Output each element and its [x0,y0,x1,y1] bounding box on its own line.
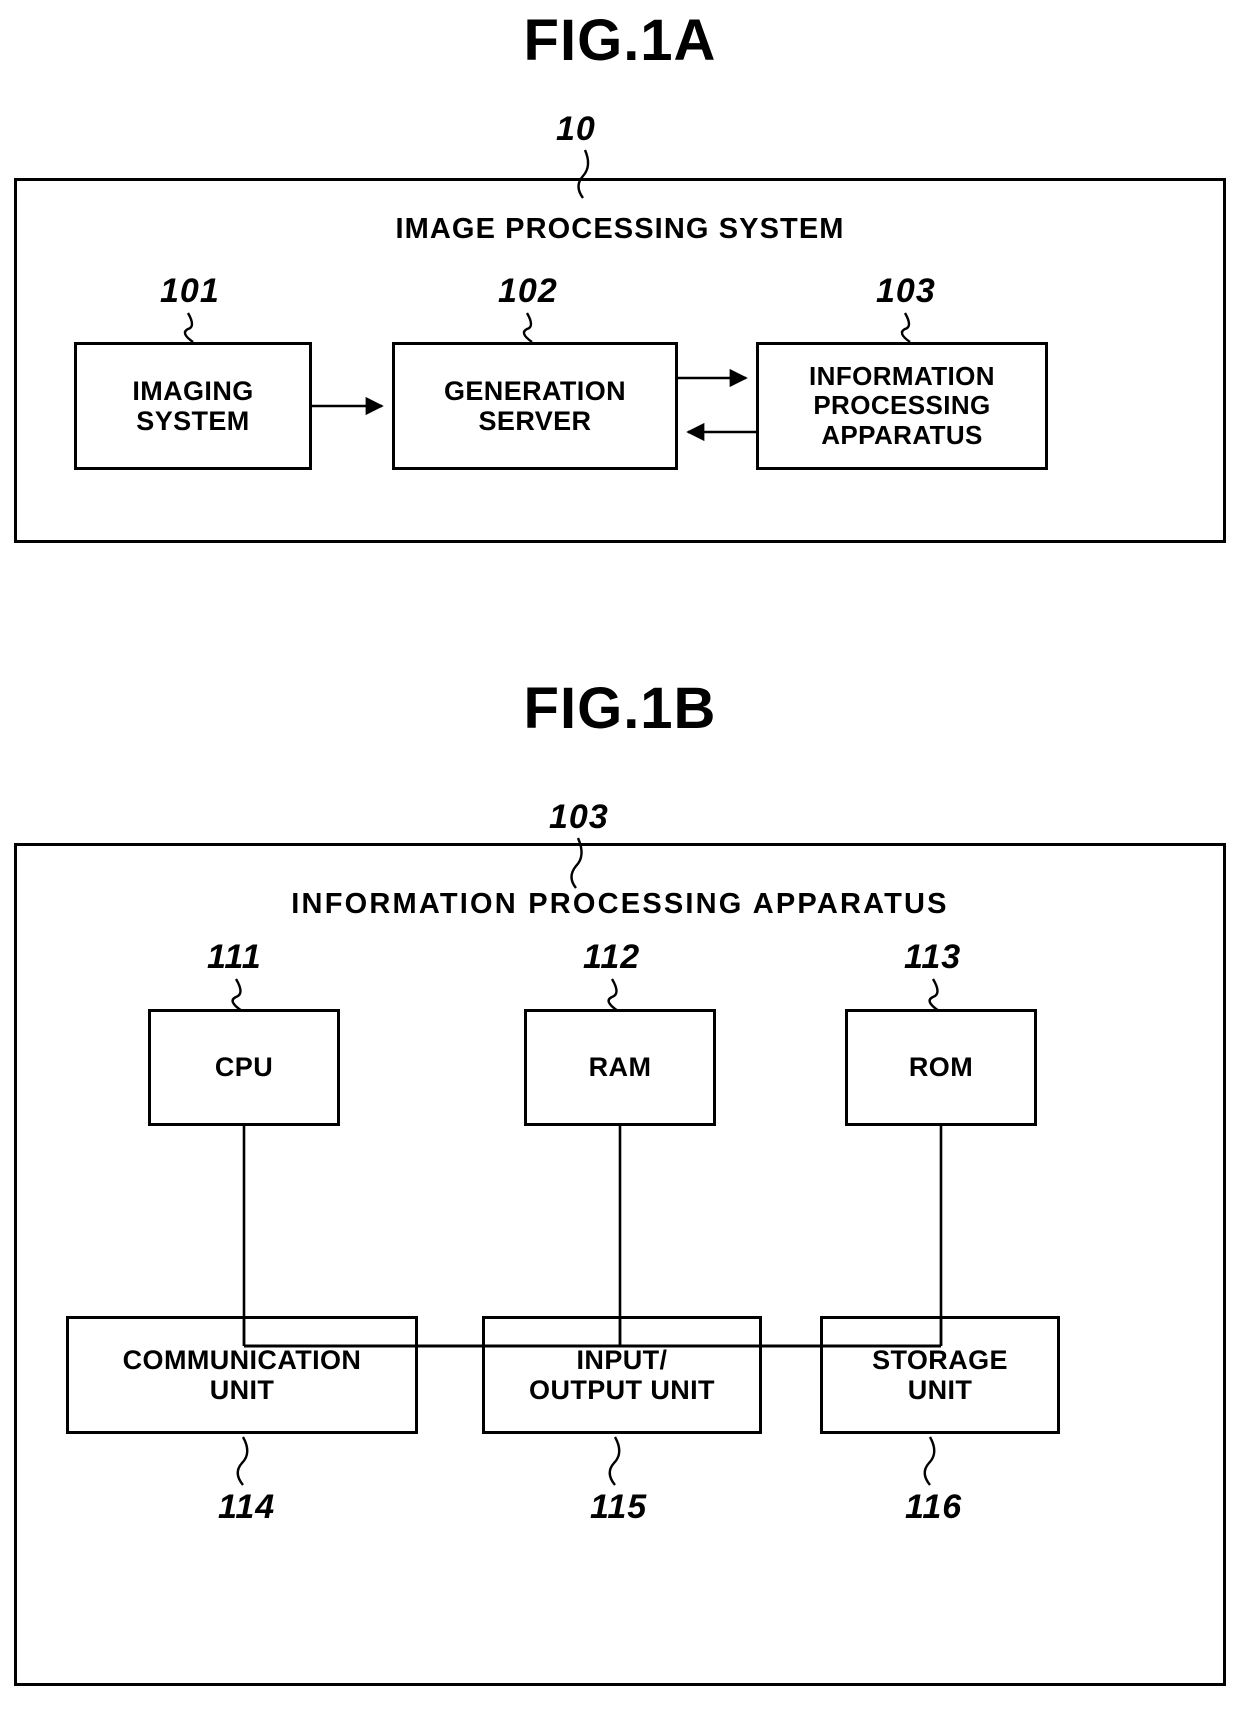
node-storage-unit-line2: UNIT [907,1375,973,1405]
figure-1a-title: FIG.1A [523,8,717,73]
node-cpu: CPU [148,1009,340,1126]
image-processing-system-label: IMAGE PROCESSING SYSTEM [395,213,845,245]
reference-numeral-10: 10 [556,110,596,148]
node-ram-label: RAM [588,1052,652,1083]
node-storage-unit: STORAGE UNIT [820,1316,1060,1434]
reference-numeral-111: 111 [207,938,262,976]
node-communication-unit-line1: COMMUNICATION [122,1344,362,1375]
node-imaging-system-line2: SYSTEM [136,406,250,436]
reference-numeral-101: 101 [160,272,220,310]
node-input-output-unit-line2: OUTPUT UNIT [529,1375,715,1405]
figure-1b-title: FIG.1B [523,676,717,741]
node-generation-server: GENERATION SERVER [392,342,678,470]
reference-numeral-116: 116 [905,1488,963,1526]
node-information-line3: APPARATUS [821,419,983,450]
node-information-line2: PROCESSING [813,390,991,421]
node-information-line1: INFORMATION [809,361,995,392]
node-input-output-unit-line1: INPUT/ [576,1344,668,1375]
node-input-output-unit: INPUT/ OUTPUT UNIT [482,1316,762,1434]
node-rom: ROM [845,1009,1037,1126]
node-generation-server-line2: SERVER [478,406,592,436]
patent-figure-sheet: FIG.1A 10 IMAGE PROCESSING SYSTEM 101 10… [0,0,1240,1730]
reference-numeral-103-fig1b: 103 [549,798,609,836]
node-imaging-system: IMAGING SYSTEM [74,342,312,470]
node-information-processing-apparatus: INFORMATION PROCESSING APPARATUS [756,342,1048,470]
node-storage-unit-line1: STORAGE [872,1344,1008,1375]
reference-numeral-113: 113 [904,938,962,976]
reference-numeral-114: 114 [218,1488,276,1526]
node-communication-unit: COMMUNICATION UNIT [66,1316,418,1434]
node-cpu-label: CPU [214,1052,274,1083]
reference-numeral-115: 115 [590,1488,648,1526]
node-communication-unit-line2: UNIT [209,1375,275,1405]
reference-numeral-112: 112 [583,938,641,976]
reference-numeral-103-fig1a: 103 [876,272,936,310]
reference-numeral-102: 102 [498,272,558,310]
node-imaging-system-line1: IMAGING [132,375,254,406]
information-processing-apparatus-label: INFORMATION PROCESSING APPARATUS [291,888,949,920]
node-generation-server-line1: GENERATION [443,375,626,406]
node-rom-label: ROM [908,1052,974,1083]
node-ram: RAM [524,1009,716,1126]
